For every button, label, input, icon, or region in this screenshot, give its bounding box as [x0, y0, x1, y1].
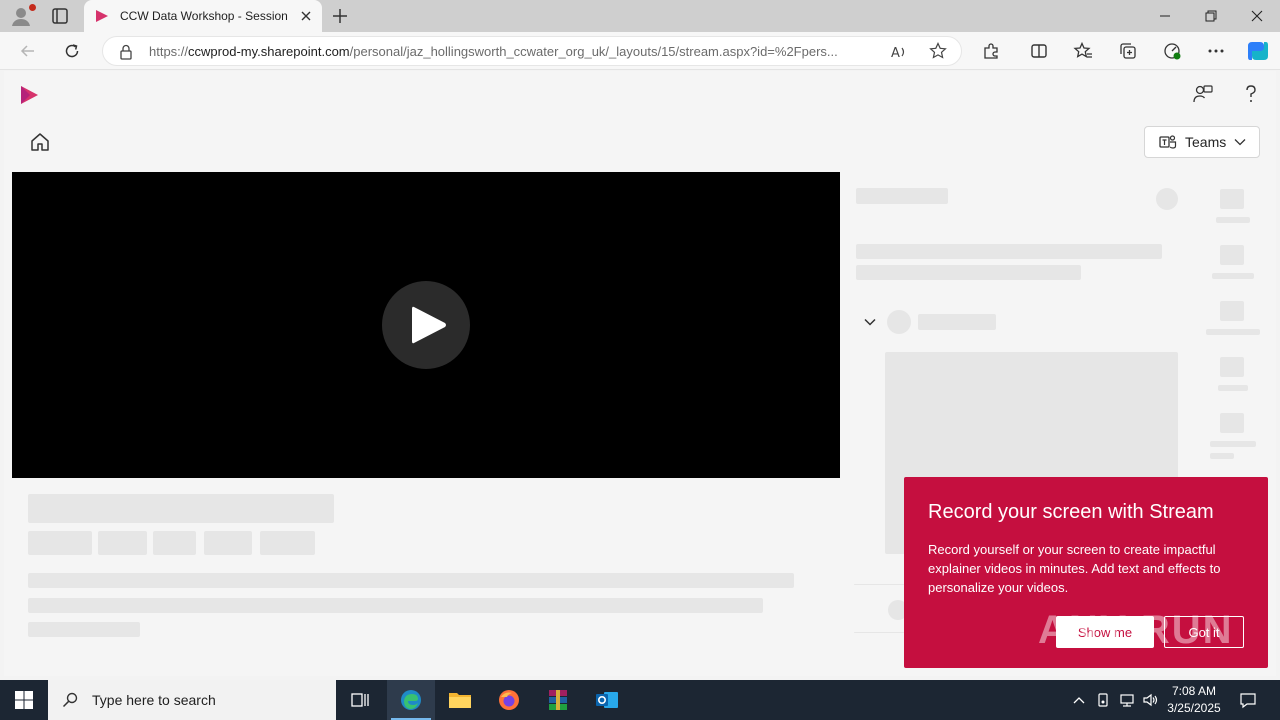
chevron-down-icon[interactable]	[862, 314, 878, 330]
url-path: /personal/jaz_hollingsworth_ccwater_org_…	[349, 44, 838, 59]
rail-label-placeholder	[1212, 273, 1254, 279]
rail-label-placeholder	[1218, 385, 1248, 391]
refresh-icon[interactable]	[62, 41, 82, 61]
show-hidden-icons-chevron-icon[interactable]	[1068, 680, 1090, 720]
description-placeholder	[28, 598, 763, 613]
network-icon[interactable]	[1116, 680, 1138, 720]
meta-placeholder	[98, 531, 147, 555]
windows-taskbar: Type here to search 7:08 AM 3/25/2025	[0, 680, 1280, 720]
notifications-icon[interactable]	[1234, 680, 1262, 720]
back-icon[interactable]	[18, 41, 38, 61]
read-aloud-icon[interactable]: A	[890, 43, 908, 61]
more-options-icon[interactable]	[1206, 41, 1226, 61]
tab-strip: CCW Data Workshop - Session 1-	[0, 0, 1280, 32]
active-tab[interactable]: CCW Data Workshop - Session 1-	[84, 0, 322, 32]
clock-time: 7:08 AM	[1171, 684, 1217, 698]
winrar-icon[interactable]	[534, 680, 582, 720]
panel-line-placeholder	[918, 314, 996, 330]
performance-icon[interactable]	[1162, 41, 1182, 61]
notification-dot	[29, 4, 36, 11]
address-bar[interactable]: https://ccwprod-my.sharepoint.com/person…	[102, 36, 962, 66]
volume-icon[interactable]	[1140, 680, 1162, 720]
divider	[854, 632, 904, 633]
description-placeholder	[28, 622, 140, 637]
chevron-down-icon	[1234, 139, 1246, 146]
collections-icon[interactable]	[1118, 41, 1138, 61]
meta-placeholder	[28, 531, 92, 555]
feedback-icon[interactable]	[1192, 83, 1214, 105]
play-icon	[412, 306, 446, 344]
stream-logo-icon[interactable]	[18, 84, 40, 106]
svg-text:A: A	[891, 46, 900, 61]
video-player[interactable]	[12, 172, 840, 478]
device-icon[interactable]	[1092, 680, 1114, 720]
windows-logo-icon	[15, 691, 33, 709]
task-view-icon[interactable]	[336, 680, 384, 720]
taskbar-clock[interactable]: 7:08 AM 3/25/2025	[1160, 683, 1228, 717]
popup-body: Record yourself or your screen to create…	[928, 542, 1221, 595]
panel-line-placeholder	[856, 265, 1081, 280]
meta-placeholder	[204, 531, 252, 555]
rail-icon-placeholder	[1220, 189, 1244, 209]
close-tab-icon[interactable]	[298, 8, 314, 24]
title-placeholder	[28, 494, 334, 523]
panel-header-placeholder	[856, 188, 948, 204]
stream-favicon-icon	[96, 10, 108, 22]
clock-date: 3/25/2025	[1167, 701, 1221, 715]
windows-start-button[interactable]	[0, 680, 48, 720]
divider	[854, 584, 904, 585]
description-placeholder	[28, 573, 794, 588]
meta-placeholder	[153, 531, 196, 555]
rail-icon-placeholder	[1220, 357, 1244, 377]
edge-taskbar-icon[interactable]	[387, 680, 435, 720]
split-screen-icon[interactable]	[1029, 41, 1049, 61]
rail-icon-placeholder	[1220, 301, 1244, 321]
home-icon[interactable]	[28, 130, 52, 154]
panel-avatar-placeholder	[887, 310, 911, 334]
panel-avatar-placeholder	[1156, 188, 1178, 210]
search-placeholder: Type here to search	[92, 692, 216, 708]
url-scheme: https://	[149, 44, 189, 59]
close-window-icon[interactable]	[1234, 0, 1280, 32]
firefox-icon[interactable]	[485, 680, 533, 720]
help-icon[interactable]	[1240, 83, 1262, 105]
rail-icon-placeholder	[1220, 413, 1244, 433]
teams-label: Teams	[1185, 134, 1227, 150]
open-in-teams-button[interactable]: Teams	[1144, 126, 1260, 158]
tab-title: CCW Data Workshop - Session 1-	[120, 9, 292, 23]
panel-line-placeholder	[856, 244, 1162, 259]
play-button[interactable]	[382, 281, 470, 369]
outlook-icon[interactable]	[583, 680, 631, 720]
popup-title: Record your screen with Stream	[928, 501, 1214, 523]
url-host: ccwprod-my.sharepoint.com	[188, 44, 350, 59]
rail-label-placeholder	[1216, 217, 1250, 223]
new-tab-icon[interactable]	[330, 6, 350, 26]
teams-icon	[1159, 135, 1177, 149]
profile-avatar[interactable]	[10, 4, 36, 27]
copilot-icon[interactable]	[1246, 39, 1270, 63]
restore-icon[interactable]	[1188, 0, 1234, 32]
rail-icon-placeholder	[1220, 245, 1244, 265]
search-icon	[62, 692, 78, 708]
url-text: https://ccwprod-my.sharepoint.com/person…	[149, 44, 879, 59]
anyrun-watermark: ANY RUN	[1038, 608, 1234, 652]
extensions-icon[interactable]	[981, 41, 1001, 61]
meta-placeholder	[260, 531, 315, 555]
lock-icon[interactable]	[119, 44, 133, 60]
taskbar-search-box[interactable]: Type here to search	[48, 680, 336, 720]
file-explorer-icon[interactable]	[436, 680, 484, 720]
rail-label-placeholder	[1206, 329, 1260, 335]
favorites-icon[interactable]	[1073, 41, 1093, 61]
minimize-icon[interactable]	[1142, 0, 1188, 32]
browser-toolbar: https://ccwprod-my.sharepoint.com/person…	[0, 32, 1280, 70]
tab-actions-icon[interactable]	[50, 6, 70, 26]
rail-label-placeholder	[1210, 441, 1256, 447]
favorite-star-icon[interactable]	[929, 42, 947, 60]
rail-label-placeholder	[1210, 453, 1234, 459]
